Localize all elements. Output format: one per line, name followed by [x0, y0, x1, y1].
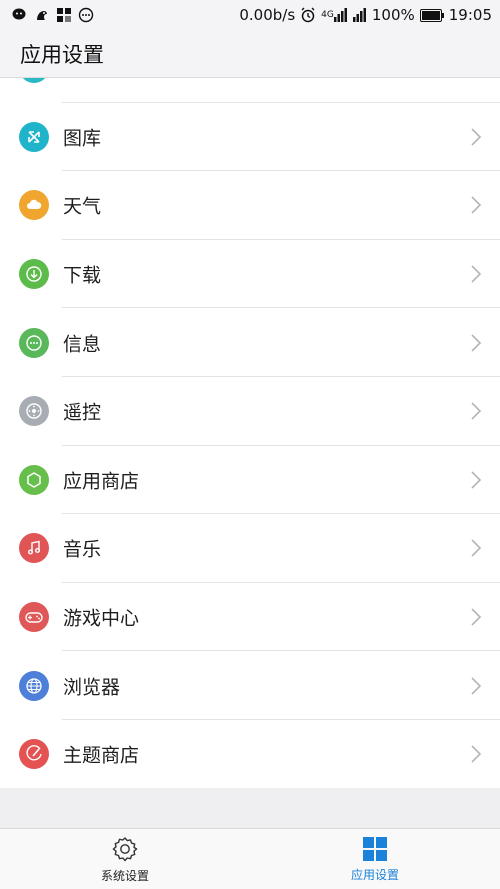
list-item-label: 应用商店 [63, 470, 140, 493]
chevron-right-icon [471, 265, 482, 283]
app-grid-notification-icon [57, 8, 71, 22]
gear-icon [112, 837, 138, 862]
battery-level: 100% [371, 6, 415, 24]
network-speed: 0.00b/s [239, 6, 296, 24]
list-item-music[interactable]: 音乐 [0, 514, 500, 583]
tab-label: 系统设置 [100, 869, 149, 883]
settings-list: 图库 天气 下载 信息 遥控 应用商店 音乐 游戏中心 浏览器 主题商店 [0, 78, 500, 788]
download-icon [19, 259, 49, 290]
chevron-right-icon [471, 608, 482, 626]
more-notifications-icon [78, 7, 94, 23]
list-item-label: 信息 [63, 333, 102, 356]
list-item-theme-store[interactable]: 主题商店 [0, 720, 500, 788]
chevron-right-icon [471, 196, 482, 215]
theme-store-icon [19, 739, 49, 770]
list-item-app-store[interactable]: 应用商店 [0, 446, 500, 515]
apps-grid-icon [363, 837, 387, 861]
chevron-right-icon [471, 539, 482, 558]
clock: 19:05 [448, 6, 492, 24]
signal-icon [333, 8, 347, 22]
list-footer-spacer [0, 788, 500, 828]
wechat-icon [12, 8, 26, 20]
music-icon [19, 533, 49, 564]
list-item-partial[interactable] [0, 78, 500, 103]
game-center-icon [19, 602, 49, 633]
list-item-label: 音乐 [63, 538, 102, 561]
signal-secondary-icon [352, 8, 366, 22]
alarm-icon [301, 7, 315, 23]
weather-icon [19, 190, 49, 221]
browser-icon [19, 670, 49, 701]
chevron-right-icon [471, 677, 482, 695]
status-bar-notifications [12, 7, 94, 23]
list-item-gallery[interactable]: 图库 [0, 103, 500, 172]
list-item-label: 浏览器 [63, 676, 121, 699]
list-item-label: 下载 [63, 264, 102, 287]
page-title: 应用设置 [20, 42, 104, 67]
chevron-right-icon [471, 128, 482, 146]
tab-system-settings[interactable]: 系统设置 [50, 829, 200, 889]
gallery-icon [19, 121, 49, 152]
list-item-remote-control[interactable]: 遥控 [0, 377, 500, 446]
status-bar: 0.00b/s 4G 100% 19:05 [0, 0, 500, 30]
squirrel-app-icon [37, 11, 47, 20]
list-item-label: 游戏中心 [63, 607, 140, 630]
message-icon [19, 327, 49, 358]
list-item-message[interactable]: 信息 [0, 308, 500, 377]
app-store-icon [19, 464, 49, 495]
list-item-download[interactable]: 下载 [0, 240, 500, 309]
list-item-label: 主题商店 [63, 744, 140, 767]
app-bar: 应用设置 [0, 30, 500, 78]
list-item-browser[interactable]: 浏览器 [0, 651, 500, 720]
list-item-game-center[interactable]: 游戏中心 [0, 583, 500, 652]
chevron-right-icon [471, 471, 482, 489]
chevron-right-icon [471, 745, 482, 763]
chevron-right-icon [471, 334, 482, 352]
chevron-right-icon [471, 402, 482, 420]
list-item-label: 图库 [63, 127, 102, 150]
list-item-weather[interactable]: 天气 [0, 171, 500, 240]
battery-icon [419, 8, 444, 22]
tab-label: 应用设置 [350, 868, 399, 882]
bottom-tab-bar: 系统设置 应用设置 [0, 828, 500, 889]
list-item-label: 遥控 [63, 401, 102, 424]
list-item-label: 天气 [63, 195, 102, 218]
tab-app-settings[interactable]: 应用设置 [300, 829, 450, 889]
network-type: 4G [321, 8, 348, 22]
remote-control-icon [19, 396, 49, 427]
status-bar-system: 0.00b/s 4G 100% 19:05 [239, 6, 492, 24]
partial-app-icon [19, 78, 49, 84]
